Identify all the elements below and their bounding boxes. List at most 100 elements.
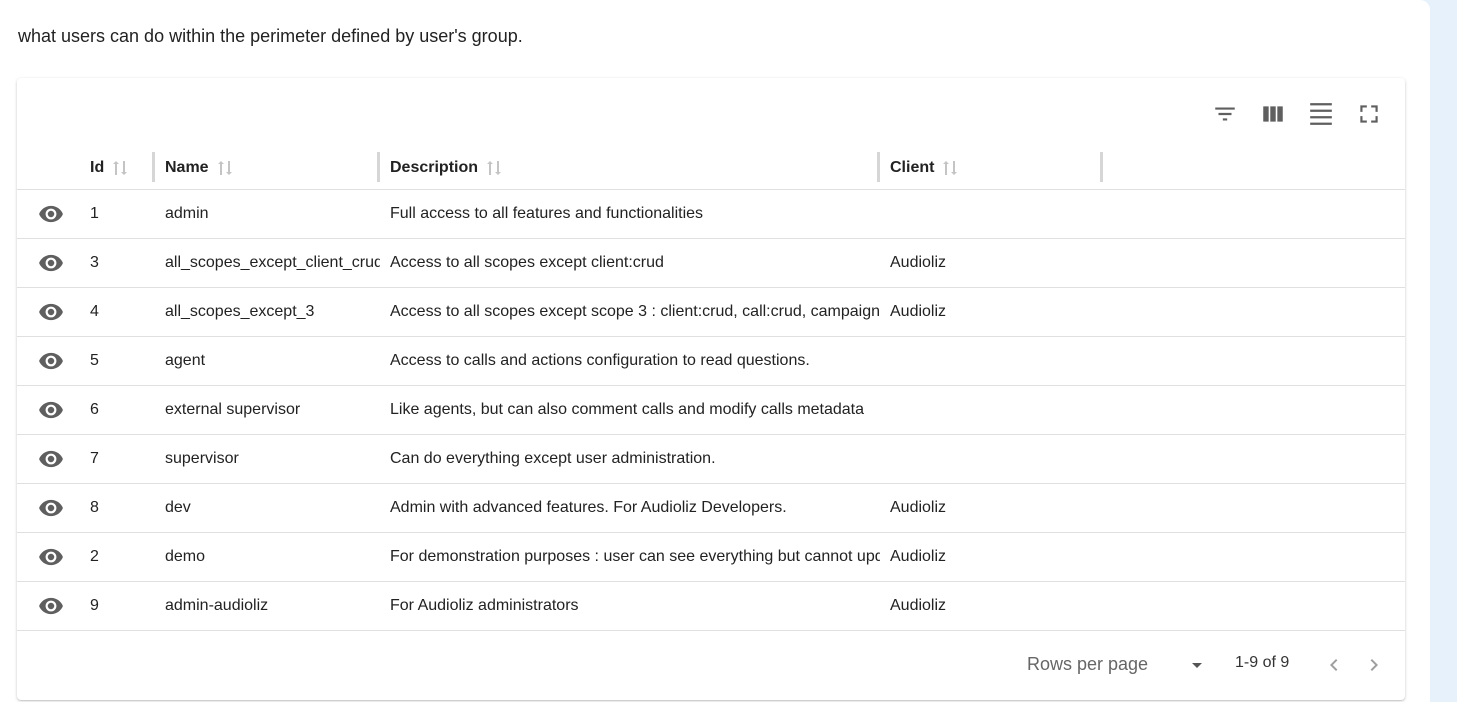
eye-icon — [38, 495, 64, 521]
cell-client: Audioliz — [890, 303, 947, 320]
view-button[interactable] — [37, 495, 65, 521]
table-row[interactable]: 1 admin Full access to all features and fu… — [17, 190, 1405, 239]
column-header-client[interactable]: Client — [890, 146, 958, 190]
column-header-description[interactable]: Description — [390, 146, 502, 190]
columns-button[interactable] — [1257, 98, 1289, 130]
cell-description: Access to all scopes except scope 3 : cl… — [390, 303, 880, 320]
column-header-label: Name — [165, 159, 209, 176]
table-body: 1 admin Full access to all features and fu… — [17, 190, 1405, 631]
eye-icon — [38, 250, 64, 276]
intro-text: what users can do within the perimeter d… — [18, 26, 523, 46]
table-row[interactable]: 2 demo For demonstration purposes : user c… — [17, 533, 1405, 582]
eye-icon — [38, 593, 64, 619]
cell-id: 8 — [90, 499, 99, 516]
fullscreen-icon — [1360, 105, 1378, 123]
cell-name: demo — [165, 548, 206, 565]
cell-id: 4 — [90, 303, 99, 320]
cell-description: For demonstration purposes : user can se… — [390, 548, 880, 565]
column-header-label: Client — [890, 159, 935, 176]
table-toolbar — [1209, 98, 1385, 130]
view-button[interactable] — [37, 397, 65, 423]
column-resize-handle[interactable] — [152, 152, 155, 182]
view-button[interactable] — [37, 250, 65, 276]
density-icon — [1310, 103, 1332, 125]
table-row[interactable]: 5 agent Access to calls and actions config… — [17, 337, 1405, 386]
cell-id: 7 — [90, 450, 99, 467]
sort-icon[interactable] — [112, 159, 128, 177]
table-header: Id Name Description Client — [17, 146, 1405, 190]
eye-icon — [38, 348, 64, 374]
column-resize-handle[interactable] — [1100, 152, 1103, 182]
cell-name: all_scopes_except_client_crud — [165, 254, 380, 271]
table-row[interactable]: 7 supervisor Can do everything except user… — [17, 435, 1405, 484]
view-button[interactable] — [37, 446, 65, 472]
cell-client: Audioliz — [890, 254, 947, 271]
chevron-down-icon — [1192, 663, 1202, 668]
table-row[interactable]: 4 all_scopes_except_3 Access to all scopes… — [17, 288, 1405, 337]
pagination-info: 1-9 of 9 — [1235, 654, 1290, 671]
sort-icon[interactable] — [217, 159, 233, 177]
view-button[interactable] — [37, 348, 65, 374]
cell-client — [890, 190, 1090, 238]
view-button[interactable] — [37, 299, 65, 325]
column-resize-handle[interactable] — [377, 152, 380, 182]
cell-description: Like agents, but can also comment calls … — [390, 401, 865, 418]
eye-icon — [38, 201, 64, 227]
eye-icon — [38, 446, 64, 472]
table-footer: Rows per page 1-9 of 9 — [17, 631, 1405, 699]
cell-client: Audioliz — [890, 548, 947, 565]
sort-icon[interactable] — [486, 159, 502, 177]
fullscreen-button[interactable] — [1353, 98, 1385, 130]
view-button[interactable] — [37, 593, 65, 619]
next-page-button[interactable] — [1360, 651, 1388, 679]
cell-description: For Audioliz administrators — [390, 597, 579, 614]
column-header-label: Description — [390, 159, 479, 176]
filter-button[interactable] — [1209, 98, 1241, 130]
cell-name: all_scopes_except_3 — [165, 303, 315, 320]
chevron-right-icon — [1370, 659, 1378, 671]
cell-name: external supervisor — [165, 401, 301, 418]
cell-id: 1 — [90, 205, 99, 222]
cell-name: dev — [165, 499, 191, 516]
column-header-name[interactable]: Name — [165, 146, 233, 190]
cell-name: admin-audioliz — [165, 597, 269, 614]
cell-client — [890, 435, 1090, 483]
view-button[interactable] — [37, 201, 65, 227]
cell-client — [890, 386, 1090, 434]
cell-id: 2 — [90, 548, 99, 565]
table-row[interactable]: 6 external supervisor Like agents, but can… — [17, 386, 1405, 435]
cell-id: 5 — [90, 352, 99, 369]
cell-description: Access to calls and actions configuratio… — [390, 352, 810, 369]
rows-per-page-label: Rows per page — [1027, 654, 1149, 674]
filter-icon — [1215, 107, 1235, 121]
cell-client: Audioliz — [890, 597, 947, 614]
cell-description: Full access to all features and function… — [390, 205, 704, 222]
cell-name: agent — [165, 352, 206, 369]
cell-name: supervisor — [165, 450, 239, 467]
eye-icon — [38, 397, 64, 423]
cell-id: 6 — [90, 401, 99, 418]
cell-client — [890, 337, 1090, 385]
cell-name: admin — [165, 205, 209, 222]
eye-icon — [38, 299, 64, 325]
sort-icon[interactable] — [942, 159, 958, 177]
rows-per-page-select[interactable] — [1179, 651, 1215, 679]
table-row[interactable]: 9 admin-audioliz For Audioliz administrato… — [17, 582, 1405, 631]
cell-description: Access to all scopes except client:crud — [390, 254, 664, 271]
column-resize-handle[interactable] — [877, 152, 880, 182]
chevron-left-icon — [1330, 659, 1338, 671]
cell-description: Admin with advanced features. For Audiol… — [390, 499, 787, 516]
table-row[interactable]: 8 dev Admin with advanced features. For Au… — [17, 484, 1405, 533]
view-button[interactable] — [37, 544, 65, 570]
table-row[interactable]: 3 all_scopes_except_client_crud Access to … — [17, 239, 1405, 288]
column-header-id[interactable]: Id — [90, 146, 128, 190]
cell-id: 9 — [90, 597, 99, 614]
groups-table: Id Name Description Client 1 admin Full ac… — [17, 78, 1405, 700]
cell-id: 3 — [90, 254, 99, 271]
cell-description: Can do everything except user administra… — [390, 450, 716, 467]
column-header-label: Id — [90, 159, 105, 176]
density-button[interactable] — [1305, 98, 1337, 130]
previous-page-button[interactable] — [1320, 651, 1348, 679]
columns-icon — [1263, 106, 1283, 122]
page-card: what users can do within the perimeter d… — [0, 0, 1430, 702]
